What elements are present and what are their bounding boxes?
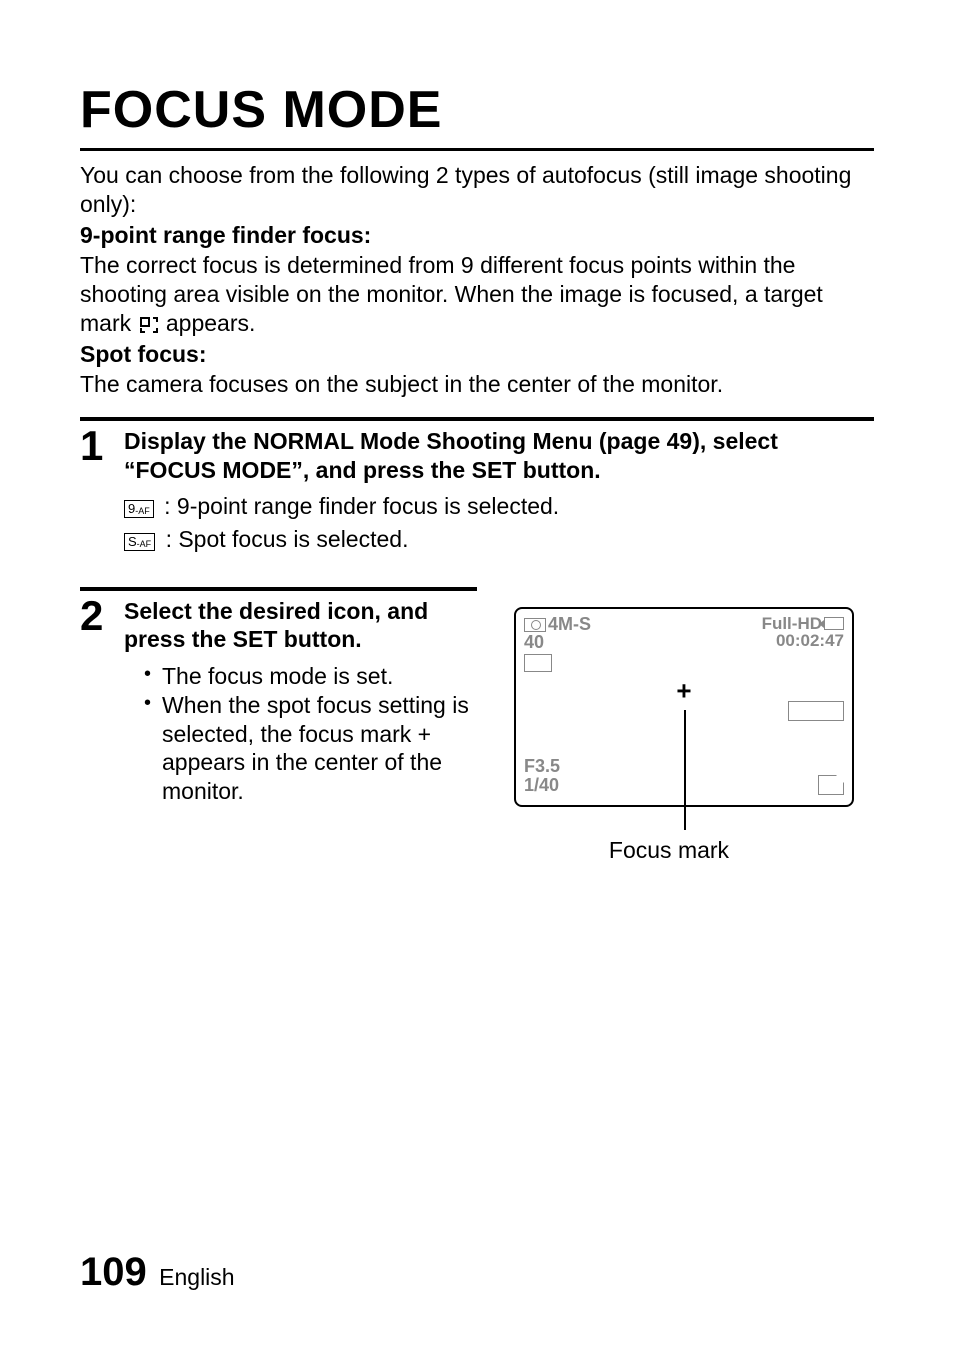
flash-icon	[524, 654, 552, 672]
shot-count: 40	[524, 633, 591, 652]
9af-desc: : 9-point range finder focus is selected…	[164, 493, 559, 519]
screen-top-right: Full-HD 00:02:47	[762, 615, 844, 651]
screen-bottom-right	[818, 775, 844, 795]
page-number: 109	[80, 1250, 147, 1294]
page-footer: 109 English	[80, 1250, 235, 1295]
step-1-number: 1	[80, 425, 124, 467]
spot-focus-desc: The camera focuses on the subject in the…	[80, 370, 874, 399]
nine-point-desc: The correct focus is determined from 9 d…	[80, 251, 874, 337]
step-2-title: Select the desired icon, and press the S…	[124, 597, 484, 655]
saf-icon: S-AF	[124, 533, 155, 551]
page-title: FOCUS MODE	[80, 80, 874, 140]
shutter-label: 1/40	[524, 776, 560, 795]
step-1: 1 Display the NORMAL Mode Shooting Menu …	[80, 427, 874, 559]
saf-desc: : Spot focus is selected.	[166, 526, 409, 552]
step-2-bullet-2: When the spot focus setting is selected,…	[144, 691, 484, 806]
step-2-number: 2	[80, 595, 124, 637]
page-language: English	[159, 1264, 234, 1290]
stabilizer-icon	[788, 701, 844, 721]
camera-screen: 4M-S 40 Full-HD 00:02:47 + F3.5 1/40	[514, 607, 854, 807]
callout-line	[684, 710, 686, 830]
step-1-title: Display the NORMAL Mode Shooting Menu (p…	[124, 427, 874, 485]
intro-text: You can choose from the following 2 type…	[80, 161, 874, 219]
step1-divider	[80, 417, 874, 421]
step2-divider	[80, 587, 477, 591]
camera-icon	[524, 618, 546, 632]
spot-focus-label: Spot focus:	[80, 340, 874, 369]
nine-point-label: 9-point range finder focus:	[80, 221, 874, 250]
nine-point-desc-b: appears.	[166, 310, 256, 336]
step-2-bullet-1: The focus mode is set.	[144, 662, 484, 691]
focus-mark-icon: +	[676, 675, 691, 706]
step-1-def-saf: S-AF : Spot focus is selected.	[124, 526, 874, 553]
card-icon	[818, 775, 844, 795]
screen-diagram: 4M-S 40 Full-HD 00:02:47 + F3.5 1/40	[514, 597, 854, 864]
aperture-label: F3.5	[524, 757, 560, 776]
step-1-def-9af: 9-AF : 9-point range finder focus is sel…	[124, 493, 874, 520]
screen-top-left: 4M-S 40	[524, 615, 591, 677]
step-2: 2 Select the desired icon, and press the…	[80, 597, 874, 864]
target-mark-icon	[140, 317, 158, 333]
9af-icon: 9-AF	[124, 500, 154, 518]
focus-mark-callout: Focus mark	[514, 837, 824, 864]
fullhd-label: Full-HD	[762, 614, 822, 633]
resolution-label: 4M-S	[548, 614, 591, 634]
time-label: 00:02:47	[762, 632, 844, 650]
title-rule	[80, 148, 874, 151]
screen-bottom-left: F3.5 1/40	[524, 757, 560, 795]
movie-icon	[824, 617, 844, 630]
